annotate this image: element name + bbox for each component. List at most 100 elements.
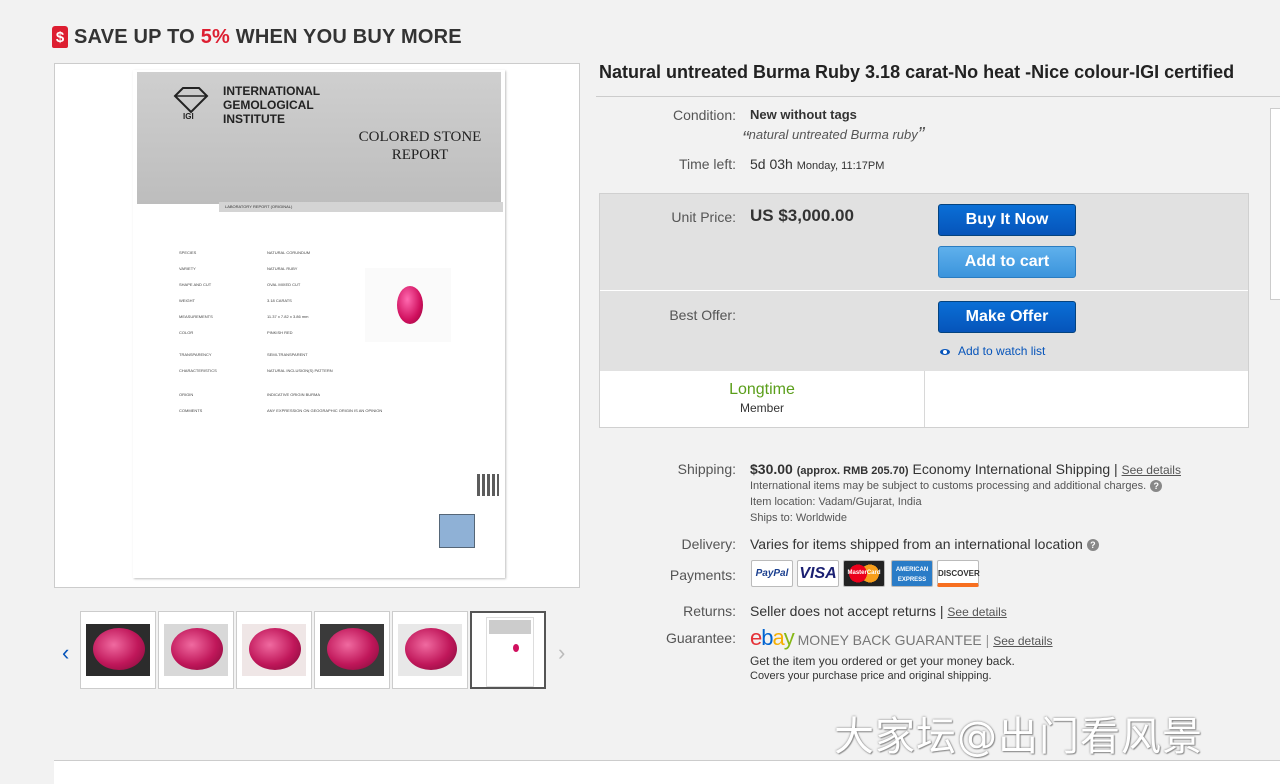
item-location: Item location: Vadam/Gujarat, India bbox=[750, 496, 922, 508]
close-quote-icon: ” bbox=[917, 124, 925, 146]
badge-divider bbox=[924, 371, 925, 427]
certificate-thumbnail-stone bbox=[513, 644, 519, 652]
unit-price-label: Unit Price: bbox=[671, 209, 736, 225]
guarantee-label: Guarantee: bbox=[665, 630, 736, 646]
help-icon[interactable]: ? bbox=[1150, 480, 1163, 493]
time-left-value: 5d 03h Monday, 11:17PM bbox=[750, 156, 885, 172]
igi-logo-icon: IGI bbox=[173, 87, 209, 120]
guarantee-line1: Get the item you ordered or get your mon… bbox=[750, 654, 1015, 668]
bottom-section-edge bbox=[54, 760, 1280, 784]
price-tag-icon: $ bbox=[52, 26, 68, 48]
condition-label: Condition: bbox=[672, 107, 736, 123]
thumbnail-6-selected[interactable] bbox=[470, 611, 546, 689]
seller-badge-row: Longtime Member bbox=[600, 371, 1248, 427]
thumbnail-2[interactable] bbox=[158, 611, 234, 689]
certificate-header: IGI INTERNATIONAL GEMOLOGICAL INSTITUTE … bbox=[137, 72, 501, 204]
spec-label: CHARACTERISTICS bbox=[179, 368, 217, 373]
world-map-icon bbox=[439, 514, 475, 548]
igi-org-name: INTERNATIONAL GEMOLOGICAL INSTITUTE bbox=[223, 84, 320, 126]
shipping-label: Shipping: bbox=[677, 461, 736, 477]
open-quote-icon: “ bbox=[742, 128, 749, 150]
spec-value: PINKISH RED bbox=[267, 330, 293, 335]
delivery-value: Varies for items shipped from an interna… bbox=[750, 536, 1099, 552]
spec-label: ORIGIN bbox=[179, 392, 194, 397]
spec-label: MEASUREMENTS bbox=[179, 314, 213, 319]
spec-label: WEIGHT bbox=[179, 298, 195, 303]
thumbnail-3[interactable] bbox=[236, 611, 312, 689]
payments-label: Payments: bbox=[669, 567, 736, 583]
report-type-bar: LABORATORY REPORT (ORIGINAL) bbox=[219, 202, 503, 212]
spec-value: INDICATIVE ORIGIN BURMA bbox=[267, 392, 321, 397]
add-to-cart-button[interactable]: Add to cart bbox=[938, 246, 1076, 278]
eye-icon bbox=[940, 348, 950, 355]
guarantee-see-details-link[interactable]: See details bbox=[993, 634, 1052, 648]
ships-to: Ships to: Worldwide bbox=[750, 512, 848, 524]
title-divider bbox=[596, 96, 1280, 97]
certificate-thumbnail-header bbox=[489, 620, 531, 634]
qr-code-icon bbox=[477, 474, 499, 496]
guarantee-line2: Covers your purchase price and original … bbox=[750, 670, 992, 682]
condition-note: “natural untreated Burma ruby” bbox=[742, 124, 925, 150]
spec-value: NATURAL RUBY bbox=[267, 266, 298, 271]
spec-value: OVAL MIXED CUT bbox=[267, 282, 301, 287]
igi-certificate-image: IGI INTERNATIONAL GEMOLOGICAL INSTITUTE … bbox=[133, 70, 505, 578]
spec-label: SHAPE AND CUT bbox=[179, 282, 212, 287]
thumbnail-1[interactable] bbox=[80, 611, 156, 689]
best-offer-label: Best Offer: bbox=[669, 307, 736, 323]
purchase-panel: Unit Price: US $3,000.00 Buy It Now Add … bbox=[599, 193, 1249, 428]
ruby-thumbnail-image bbox=[327, 628, 379, 670]
visa-icon: VISA bbox=[797, 560, 839, 587]
spec-value: ANY EXPRESSION ON GEOGRAPHIC ORIGIN IS A… bbox=[267, 408, 383, 413]
ruby-thumbnail-image bbox=[171, 628, 223, 670]
mastercard-icon: MasterCard bbox=[843, 560, 885, 587]
spec-label: VARIETY bbox=[179, 266, 196, 271]
thumbnail-prev-arrow-icon[interactable]: ‹ bbox=[62, 640, 69, 666]
certificate-footer bbox=[145, 558, 495, 566]
spec-label: COLOR bbox=[179, 330, 194, 335]
help-icon[interactable]: ? bbox=[1086, 539, 1099, 552]
spec-value: 11.37 x 7.82 x 3.86 mm bbox=[267, 314, 309, 319]
side-scroll-panel[interactable] bbox=[1270, 108, 1280, 300]
returns-label: Returns: bbox=[683, 603, 736, 619]
promo-text: SAVE UP TO 5% WHEN YOU BUY MORE bbox=[74, 25, 462, 48]
make-offer-button[interactable]: Make Offer bbox=[938, 301, 1076, 333]
spec-label: TRANSPARENCY bbox=[179, 352, 212, 357]
spec-label: COMMENTS bbox=[179, 408, 203, 413]
watermark-text: 大家坛@出门看风景 bbox=[834, 714, 1203, 760]
promo-banner: $ SAVE UP TO 5% WHEN YOU BUY MORE bbox=[52, 24, 462, 50]
money-back-guarantee-title: MONEY BACK GUARANTEE bbox=[797, 632, 982, 648]
guarantee-line: ebay MONEY BACK GUARANTEE | See details bbox=[750, 625, 1053, 650]
time-left-label: Time left: bbox=[678, 156, 736, 172]
condition-value: New without tags bbox=[750, 107, 857, 122]
spec-value: NATURAL INCLUSION(S) PATTERN bbox=[267, 368, 333, 373]
shipping-see-details-link[interactable]: See details bbox=[1122, 463, 1181, 477]
delivery-label: Delivery: bbox=[681, 536, 736, 552]
spec-value: SEMI-TRANSPARENT bbox=[267, 352, 308, 357]
listing-title: Natural untreated Burma Ruby 3.18 carat-… bbox=[599, 62, 1235, 82]
thumbnail-4[interactable] bbox=[314, 611, 390, 689]
price-value: US $3,000.00 bbox=[750, 206, 854, 225]
thumbnail-5[interactable] bbox=[392, 611, 468, 689]
promo-percent: 5% bbox=[200, 25, 230, 48]
spec-label: SPECIES bbox=[179, 250, 197, 255]
add-to-watch-list-link[interactable]: Add to watch list bbox=[940, 344, 1045, 358]
time-left-end: Monday, 11:17PM bbox=[796, 160, 885, 172]
spec-value: NATURAL CORUNDUM bbox=[267, 250, 311, 255]
shipping-line: $30.00 (approx. RMB 205.70) Economy Inte… bbox=[750, 461, 1181, 477]
longtime-badge: Longtime bbox=[729, 381, 795, 398]
returns-see-details-link[interactable]: See details bbox=[947, 605, 1006, 619]
amex-icon: AMERICAN EXPRESS bbox=[891, 560, 933, 587]
buy-it-now-button[interactable]: Buy It Now bbox=[938, 204, 1076, 236]
shipping-cost: $30.00 bbox=[750, 461, 793, 477]
ruby-thumbnail-image bbox=[249, 628, 301, 670]
main-listing-image[interactable]: IGI INTERNATIONAL GEMOLOGICAL INSTITUTE … bbox=[54, 63, 580, 588]
certificate-thumbnail-image bbox=[486, 617, 534, 687]
spec-value: 3.18 CARATS bbox=[267, 298, 292, 303]
paypal-icon: PayPal bbox=[751, 560, 793, 587]
shipping-approx: (approx. RMB 205.70) bbox=[796, 465, 909, 477]
panel-divider bbox=[600, 290, 1248, 291]
thumbnail-strip bbox=[80, 611, 548, 692]
ruby-stone-image bbox=[397, 286, 423, 324]
thumbnail-next-arrow-icon[interactable]: › bbox=[558, 640, 565, 666]
customs-note: International items may be subject to cu… bbox=[750, 480, 1163, 493]
